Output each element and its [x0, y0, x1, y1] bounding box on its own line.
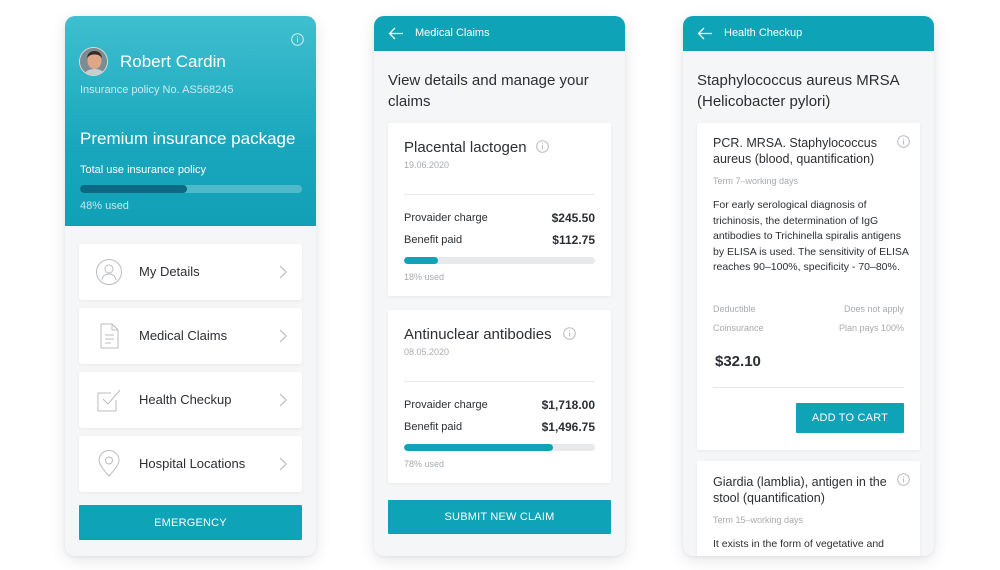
benefit-paid-value: $112.75 [552, 233, 595, 247]
menu-item-label: Medical Claims [139, 328, 228, 343]
provider-charge-value: $245.50 [551, 211, 595, 225]
claim-used-text: 78% used [404, 459, 445, 469]
claim-progress-fill [404, 257, 439, 264]
test-card[interactable]: Giardia (lamblia), antigen in the stool … [697, 461, 920, 556]
claim-progress-bar [404, 444, 595, 451]
test-term: Term 7–working days [713, 176, 799, 186]
chevron-right-icon [279, 265, 287, 279]
chevron-right-icon [279, 393, 287, 407]
provider-charge-label: Provaider charge [404, 399, 488, 411]
chevron-right-icon [279, 329, 287, 343]
back-arrow-icon[interactable] [388, 27, 404, 40]
claim-card[interactable]: Antinuclear antibodies 08.05.2020 Provai… [388, 310, 611, 483]
claim-name: Antinuclear antibodies [404, 326, 552, 343]
provider-charge-value: $1,718.00 [541, 398, 595, 412]
page-heading: Staphylococcus aureus MRSA (Helicobacter… [697, 72, 899, 110]
info-icon[interactable] [291, 33, 304, 46]
provider-charge-row: Provaider charge $245.50 [404, 211, 595, 225]
screen-title: Medical Claims [415, 27, 490, 39]
provider-charge-row: Provaider charge $1,718.00 [404, 398, 595, 412]
menu-item-medical-claims[interactable]: Medical Claims [79, 308, 302, 364]
submit-new-claim-button[interactable]: SUBMIT NEW CLAIM [388, 500, 611, 534]
add-to-cart-button[interactable]: ADD TO CART [796, 403, 904, 433]
divider [713, 387, 904, 388]
benefit-paid-label: Benefit paid [404, 421, 463, 433]
menu-item-health-checkup[interactable]: Health Checkup [79, 372, 302, 428]
info-icon[interactable] [897, 473, 910, 486]
divider [404, 194, 595, 195]
policy-number: Insurance policy No. AS568245 [80, 84, 234, 96]
info-icon[interactable] [536, 140, 549, 153]
claim-date: 08.05.2020 [404, 347, 450, 357]
test-description: It exists in the form of vegetative and [713, 538, 885, 550]
insurance-summary-header: Robert Cardin Insurance policy No. AS568… [65, 16, 316, 226]
test-term: Term 15–working days [713, 515, 804, 525]
page-heading: View details and manage your claims [388, 72, 589, 110]
test-name: Giardia (lamblia), antigen in the stool … [713, 475, 887, 505]
document-icon [100, 323, 119, 349]
benefit-paid-value: $1,496.75 [541, 420, 595, 434]
insurance-screen: Robert Cardin Insurance policy No. AS568… [65, 16, 316, 556]
menu-item-label: My Details [139, 264, 200, 279]
deductible-row: Deductible Does not apply [713, 304, 904, 314]
benefit-paid-row: Benefit paid $112.75 [404, 233, 595, 247]
screen-title: Health Checkup [724, 27, 803, 39]
map-pin-icon [98, 450, 120, 477]
usage-label: Total use insurance policy [80, 164, 206, 176]
user-name: Robert Cardin [120, 52, 226, 71]
test-description: For early serological diagnosis of trich… [713, 199, 909, 273]
info-icon[interactable] [563, 327, 576, 340]
menu-item-my-details[interactable]: My Details [79, 244, 302, 300]
claim-date: 19.06.2020 [404, 160, 450, 170]
menu-item-hospital-locations[interactable]: Hospital Locations [79, 436, 302, 492]
coinsurance-value: Plan pays 100% [838, 323, 904, 333]
divider [404, 381, 595, 382]
test-card[interactable]: PCR. MRSA. Staphylococcus aureus (blood,… [697, 123, 920, 450]
menu-item-label: Health Checkup [139, 392, 232, 407]
deductible-value: Does not apply [843, 304, 904, 314]
back-arrow-icon[interactable] [697, 27, 713, 40]
health-checkup-screen: Health Checkup Staphylococcus aureus MRS… [683, 16, 934, 556]
benefit-paid-label: Benefit paid [404, 234, 463, 246]
deductible-label: Deductible [713, 304, 756, 314]
provider-charge-label: Provaider charge [404, 212, 488, 224]
usage-progress-fill [80, 185, 187, 193]
avatar[interactable] [79, 47, 108, 76]
claim-progress-fill [404, 444, 553, 451]
app-bar: Medical Claims [374, 16, 625, 51]
emergency-button[interactable]: EMERGENCY [79, 505, 302, 540]
claim-progress-bar [404, 257, 595, 264]
test-price: $32.10 [715, 353, 761, 370]
medical-claims-screen: Medical Claims View details and manage y… [374, 16, 625, 556]
app-bar: Health Checkup [683, 16, 934, 51]
coinsurance-label: Coinsurance [713, 323, 764, 333]
menu-item-label: Hospital Locations [139, 456, 246, 471]
package-name: Premium insurance package [80, 129, 296, 148]
test-name: PCR. MRSA. Staphylococcus aureus (blood,… [713, 136, 877, 166]
benefit-paid-row: Benefit paid $1,496.75 [404, 420, 595, 434]
chevron-right-icon [279, 457, 287, 471]
coinsurance-row: Coinsurance Plan pays 100% [713, 323, 904, 333]
claim-used-text: 18% used [404, 272, 445, 282]
usage-progress-bar [80, 185, 302, 193]
claim-name: Placental lactogen [404, 139, 527, 156]
checkbox-icon [97, 389, 121, 412]
user-icon [96, 259, 122, 285]
usage-text: 48% used [80, 200, 129, 212]
claim-card[interactable]: Placental lactogen 19.06.2020 Provaider … [388, 123, 611, 296]
info-icon[interactable] [897, 135, 910, 148]
